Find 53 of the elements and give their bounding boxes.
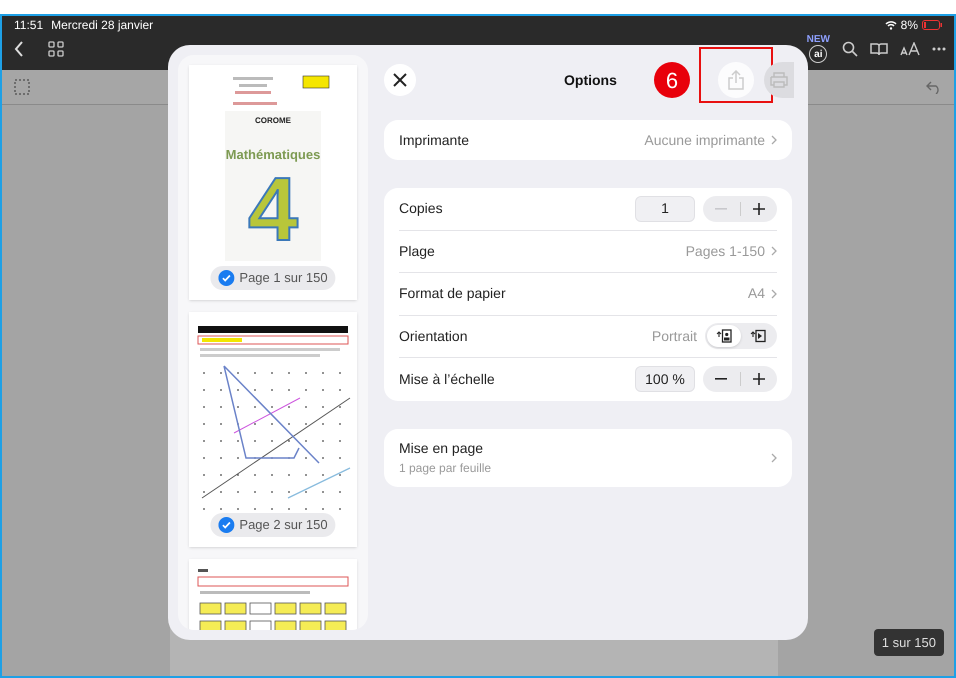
battery-percentage: 8% bbox=[900, 17, 918, 34]
row-subtitle: 1 page par feuille bbox=[399, 460, 492, 477]
row-value: Portrait bbox=[652, 326, 697, 346]
page-counter: 1 sur 150 bbox=[874, 628, 944, 656]
back-icon[interactable] bbox=[14, 41, 24, 57]
dialog-title: Options bbox=[564, 70, 617, 90]
plus-icon bbox=[752, 202, 765, 215]
cover-numeral: 4 bbox=[248, 164, 298, 254]
row-label: Mise à l’échelle bbox=[399, 370, 495, 389]
printer-icon bbox=[770, 72, 788, 88]
selection-icon[interactable] bbox=[14, 79, 30, 95]
more-icon[interactable] bbox=[932, 47, 946, 51]
cover-title: Mathématiques bbox=[226, 146, 320, 164]
search-icon[interactable] bbox=[842, 41, 858, 57]
row-label: Copies bbox=[399, 199, 443, 218]
page-thumbnail[interactable]: COROME Mathématiques 4 Page 1 sur 150 bbox=[189, 65, 357, 300]
text-size-icon[interactable] bbox=[900, 42, 920, 56]
status-time: 11:51 bbox=[14, 17, 44, 34]
minus-icon bbox=[715, 208, 728, 210]
value-field[interactable]: 100 % bbox=[635, 366, 695, 392]
grid-icon[interactable] bbox=[48, 41, 64, 57]
publisher-logo: COROME bbox=[255, 115, 291, 127]
battery-icon bbox=[922, 20, 942, 30]
minus-icon bbox=[715, 378, 728, 380]
chevron-icon bbox=[771, 246, 777, 256]
row-label: Format de papier bbox=[399, 284, 506, 304]
row-label: Plage bbox=[399, 242, 435, 261]
page-thumbnail[interactable]: Page 2 sur 150 bbox=[189, 312, 357, 547]
plus-icon bbox=[752, 373, 765, 386]
close-button[interactable] bbox=[384, 64, 416, 96]
status-date: Mercredi 28 janvier bbox=[51, 17, 154, 34]
step-number-badge: 6 bbox=[654, 62, 690, 98]
landscape-icon bbox=[750, 329, 766, 344]
row-label: Mise en page bbox=[399, 439, 484, 458]
book-icon[interactable] bbox=[870, 42, 888, 56]
page-caption: Page 2 sur 150 bbox=[239, 516, 328, 534]
portrait-option[interactable] bbox=[707, 325, 741, 348]
value-field[interactable]: 1 bbox=[635, 196, 695, 222]
page-caption: Page 1 sur 150 bbox=[239, 269, 328, 288]
row-label: Orientation bbox=[399, 326, 468, 346]
printer-row[interactable]: Imprimante Aucune imprimante bbox=[384, 120, 792, 160]
row-value: Pages 1-150 bbox=[686, 242, 765, 261]
close-icon bbox=[393, 73, 407, 87]
chevron-icon bbox=[771, 288, 777, 299]
chevron-icon bbox=[771, 135, 777, 145]
row-value: A4 bbox=[748, 284, 765, 304]
share-icon bbox=[728, 70, 744, 90]
ai-button[interactable]: ai bbox=[809, 45, 828, 63]
new-label: NEW bbox=[806, 35, 830, 45]
chevron-icon bbox=[771, 452, 777, 462]
wifi-icon bbox=[884, 20, 897, 30]
portrait-icon bbox=[716, 329, 732, 344]
page-layout-row[interactable]: Mise en page 1 page par feuille bbox=[384, 428, 792, 486]
